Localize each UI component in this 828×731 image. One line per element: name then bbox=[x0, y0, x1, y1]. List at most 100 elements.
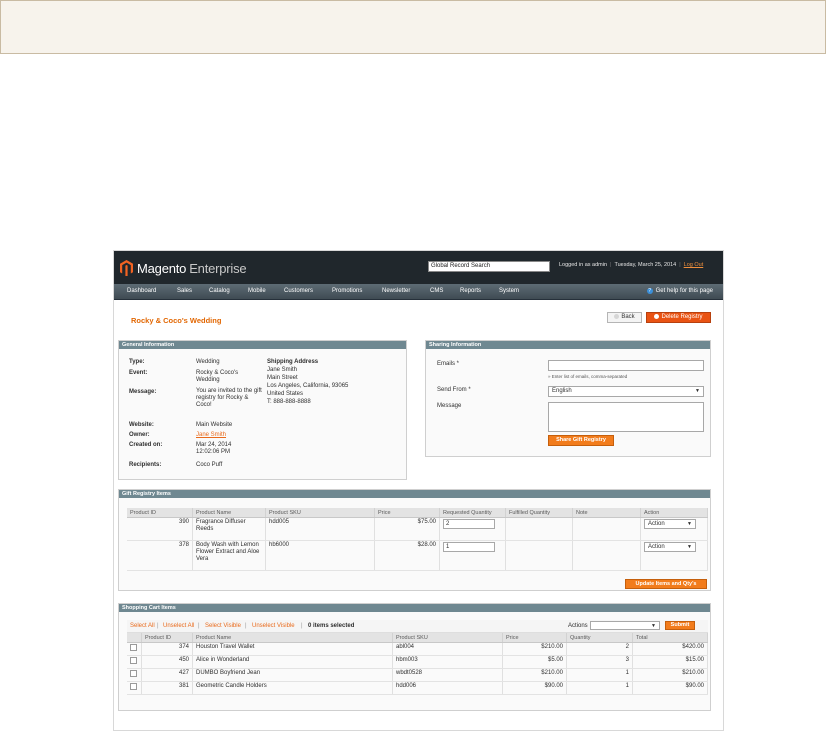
cart-actions-select[interactable]: ▼ bbox=[590, 621, 660, 630]
nav-newsletter[interactable]: Newsletter bbox=[382, 288, 410, 294]
type-value: Wedding bbox=[196, 359, 220, 365]
table-row: 450 Alice in Wonderland hbm003 $5.00 3 $… bbox=[127, 655, 708, 669]
created-label: Created on: bbox=[129, 442, 163, 448]
logged-in-text: Logged in as admin bbox=[559, 262, 608, 268]
cell-price: $210.00 bbox=[502, 668, 567, 682]
website-label: Website: bbox=[129, 422, 154, 428]
submit-button[interactable]: Submit bbox=[665, 621, 695, 630]
col-product-sku: Product SKU bbox=[265, 508, 375, 518]
owner-link[interactable]: Jane Smith bbox=[196, 432, 226, 439]
chevron-down-icon: ▼ bbox=[651, 623, 656, 629]
nav-mobile[interactable]: Mobile bbox=[248, 288, 266, 294]
help-icon: ? bbox=[646, 288, 653, 294]
website-value: Main Website bbox=[196, 422, 233, 428]
cell-product-name: Fragrance Diffuser Reeds bbox=[192, 517, 266, 541]
col-product-name: Product Name bbox=[192, 508, 266, 518]
col-product-id: Product ID bbox=[127, 508, 193, 518]
owner-label: Owner: bbox=[129, 432, 150, 438]
shipping-address-heading: Shipping Address bbox=[267, 359, 319, 365]
share-registry-button[interactable]: Share Gift Registry bbox=[548, 435, 614, 446]
col-quantity: Quantity bbox=[566, 633, 633, 643]
admin-header: Magento Enterprise Global Record Search L… bbox=[114, 251, 723, 284]
event-value: Rocky & Coco's Wedding bbox=[196, 370, 239, 383]
cell-select bbox=[127, 681, 142, 695]
col-price: Price bbox=[374, 508, 440, 518]
send-from-select[interactable]: English ▼ bbox=[548, 386, 704, 397]
delete-registry-button[interactable]: Delete Registry bbox=[646, 312, 711, 323]
type-label: Type: bbox=[129, 359, 145, 365]
cell-note bbox=[572, 540, 641, 571]
selected-count: 0 items selected bbox=[308, 623, 355, 629]
nav-system[interactable]: System bbox=[499, 288, 519, 294]
cell-product-sku: hbm003 bbox=[392, 655, 503, 669]
table-row: 427 DUMBO Boyfriend Jean wbdt0528 $210.0… bbox=[127, 668, 708, 682]
row-checkbox[interactable] bbox=[130, 683, 137, 690]
action-select[interactable]: Action ▼ bbox=[644, 542, 696, 552]
col-product-id: Product ID bbox=[141, 633, 193, 643]
nav-promotions[interactable]: Promotions bbox=[332, 288, 362, 294]
cell-requested-qty: 1 bbox=[439, 540, 506, 571]
unselect-visible-link[interactable]: Unselect Visible bbox=[252, 623, 295, 630]
col-product-sku: Product SKU bbox=[392, 633, 503, 643]
event-label: Event: bbox=[129, 370, 148, 376]
cell-product-name: Houston Travel Wallet bbox=[192, 642, 393, 656]
action-select[interactable]: Action ▼ bbox=[644, 519, 696, 529]
cell-product-name: DUMBO Boyfriend Jean bbox=[192, 668, 393, 682]
nav-sales[interactable]: Sales bbox=[177, 288, 192, 294]
cell-total: $420.00 bbox=[632, 642, 708, 656]
recipients-value: Coco Puff bbox=[196, 462, 223, 468]
nav-customers[interactable]: Customers bbox=[284, 288, 313, 294]
table-row: 374 Houston Travel Wallet abl004 $210.00… bbox=[127, 642, 708, 656]
emails-label: Emails * bbox=[437, 361, 460, 367]
unselect-all-link[interactable]: Unselect All bbox=[163, 623, 194, 630]
cart-grid: Select All | Unselect All | Select Visib… bbox=[127, 620, 708, 708]
table-row: 381 Geometric Candle Holders hdd006 $90.… bbox=[127, 681, 708, 695]
table-row: 378 Body Wash with Lemon Flower Extract … bbox=[127, 540, 708, 571]
cell-action: Action ▼ bbox=[640, 517, 708, 541]
row-checkbox[interactable] bbox=[130, 644, 137, 651]
nav-cms[interactable]: CMS bbox=[430, 288, 443, 294]
actions-label: Actions bbox=[568, 623, 588, 629]
col-requested-qty: Requested Quantity bbox=[439, 508, 506, 518]
cell-product-id: 390 bbox=[127, 517, 193, 541]
sharing-information-heading: Sharing Information bbox=[426, 341, 710, 349]
logout-link[interactable]: Log Out bbox=[684, 262, 704, 268]
cell-product-id: 378 bbox=[127, 540, 193, 571]
message-textarea[interactable] bbox=[548, 402, 704, 432]
col-price: Price bbox=[502, 633, 567, 643]
update-items-button[interactable]: Update Items and Qty's bbox=[625, 579, 707, 589]
cell-quantity: 1 bbox=[566, 668, 633, 682]
help-link[interactable]: ? Get help for this page bbox=[646, 288, 713, 294]
send-from-label: Send From * bbox=[437, 387, 471, 393]
message-label: Message bbox=[437, 403, 462, 409]
qty-input[interactable]: 2 bbox=[443, 519, 495, 529]
row-checkbox[interactable] bbox=[130, 657, 137, 664]
shipping-line: United States bbox=[267, 391, 304, 397]
cell-total: $15.00 bbox=[632, 655, 708, 669]
magento-logo-icon bbox=[120, 260, 133, 276]
nav-reports[interactable]: Reports bbox=[460, 288, 481, 294]
select-all-link[interactable]: Select All bbox=[130, 623, 155, 630]
cell-product-sku: abl004 bbox=[392, 642, 503, 656]
qty-input[interactable]: 1 bbox=[443, 542, 495, 552]
delete-label: Delete Registry bbox=[661, 314, 703, 320]
select-visible-link[interactable]: Select Visible bbox=[205, 623, 241, 630]
cell-product-sku: wbdt0528 bbox=[392, 668, 503, 682]
cell-action: Action ▼ bbox=[640, 540, 708, 571]
emails-input[interactable] bbox=[548, 360, 704, 371]
nav-dashboard[interactable]: Dashboard bbox=[127, 288, 156, 294]
cell-product-sku: hb6000 bbox=[265, 540, 375, 571]
current-date: Tuesday, March 25, 2014 bbox=[614, 262, 677, 268]
cell-fulfilled-qty bbox=[505, 540, 573, 571]
note-box bbox=[0, 0, 826, 54]
row-checkbox[interactable] bbox=[130, 670, 137, 677]
chevron-down-icon: ▼ bbox=[687, 544, 692, 550]
shipping-line: T: 888-888-8888 bbox=[267, 399, 311, 405]
back-arrow-icon bbox=[614, 314, 620, 319]
cell-product-id: 381 bbox=[141, 681, 193, 695]
nav-catalog[interactable]: Catalog bbox=[209, 288, 230, 294]
global-search-input[interactable]: Global Record Search bbox=[428, 261, 550, 272]
message-value: You are invited to the gift registry for… bbox=[196, 388, 262, 408]
cart-items-table: Product ID Product Name Product SKU Pric… bbox=[127, 633, 708, 695]
back-button[interactable]: Back bbox=[607, 312, 642, 323]
